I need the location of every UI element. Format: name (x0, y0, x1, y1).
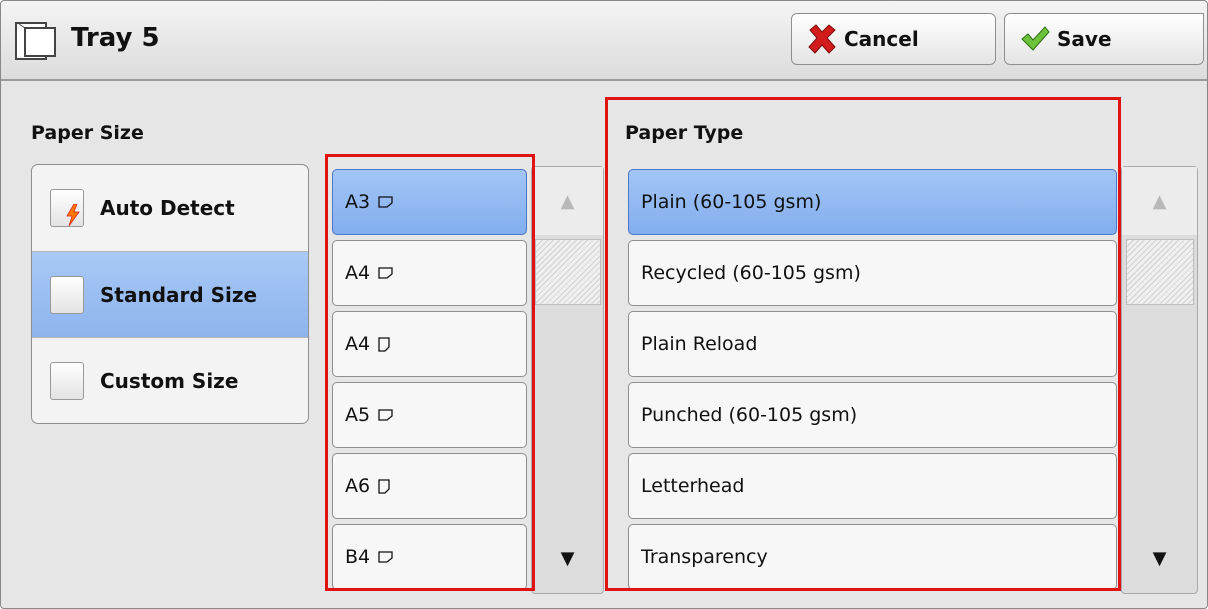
landscape-paper-icon (378, 551, 393, 563)
type-item-letterhead[interactable]: Letterhead (628, 453, 1117, 519)
type-item-label: Letterhead (641, 475, 745, 497)
size-item-label: A5 (345, 404, 371, 426)
size-item-a5-landscape[interactable]: A5 (332, 382, 527, 448)
size-item-label: A4 (345, 262, 371, 284)
cancel-button[interactable]: Cancel (791, 13, 996, 65)
type-item-transparency[interactable]: Transparency (628, 524, 1117, 590)
type-item-punched[interactable]: Punched (60-105 gsm) (628, 382, 1117, 448)
custom-size-label: Custom Size (100, 368, 239, 393)
size-scroll-down-button[interactable]: ▼ (532, 525, 603, 591)
custom-size-option[interactable]: Custom Size (32, 337, 308, 423)
landscape-paper-icon (378, 409, 393, 421)
type-item-plain-reload[interactable]: Plain Reload (628, 311, 1117, 377)
type-item-plain[interactable]: Plain (60-105 gsm) (628, 169, 1117, 235)
size-item-label: A4 (345, 333, 371, 355)
type-item-label: Plain (60-105 gsm) (641, 191, 822, 213)
size-item-b4-landscape[interactable]: B4 (332, 524, 527, 590)
portrait-paper-icon (378, 478, 390, 494)
type-scroll-thumb[interactable] (1126, 239, 1194, 305)
auto-detect-option[interactable]: Auto Detect (32, 165, 308, 251)
check-icon (1021, 26, 1050, 51)
type-item-label: Plain Reload (641, 333, 758, 355)
size-item-label: A6 (345, 475, 371, 497)
custom-size-checkbox (50, 361, 84, 400)
paper-type-label: Paper Type (625, 122, 744, 144)
standard-size-option[interactable]: Standard Size (32, 251, 308, 337)
tray-settings-window: Tray 5 Cancel Save Paper Size Auto Detec… (0, 0, 1208, 609)
size-scroll-up-button[interactable]: ▲ (532, 167, 603, 235)
tray-icon (15, 22, 56, 60)
type-item-label: Recycled (60-105 gsm) (641, 262, 861, 284)
save-button[interactable]: Save (1004, 13, 1204, 65)
auto-detect-label: Auto Detect (100, 196, 235, 220)
type-scroll-up-button[interactable]: ▲ (1122, 167, 1197, 235)
lightning-icon (66, 204, 80, 226)
landscape-paper-icon (378, 267, 393, 279)
size-item-label: A3 (345, 191, 371, 213)
paper-size-mode-group: Auto Detect Standard Size Custom Size (31, 164, 309, 424)
size-scroll-thumb[interactable] (535, 239, 601, 305)
auto-detect-checkbox (50, 189, 84, 227)
cancel-label: Cancel (844, 27, 919, 51)
landscape-paper-icon (378, 196, 393, 208)
save-label: Save (1057, 27, 1112, 51)
type-scroll-down-button[interactable]: ▼ (1122, 525, 1197, 591)
type-item-label: Transparency (641, 546, 768, 568)
paper-size-label: Paper Size (31, 122, 144, 144)
page-title: Tray 5 (71, 23, 160, 53)
close-icon (808, 24, 836, 54)
portrait-paper-icon (378, 336, 390, 352)
header-bar: Tray 5 Cancel Save (1, 1, 1207, 81)
standard-size-label: Standard Size (100, 282, 258, 307)
size-item-label: B4 (345, 546, 371, 568)
size-item-a4-landscape[interactable]: A4 (332, 240, 527, 306)
standard-size-checkbox (50, 275, 84, 314)
type-item-recycled[interactable]: Recycled (60-105 gsm) (628, 240, 1117, 306)
type-item-label: Punched (60-105 gsm) (641, 404, 858, 426)
size-item-a4-portrait[interactable]: A4 (332, 311, 527, 377)
size-item-a3-landscape[interactable]: A3 (332, 169, 527, 235)
size-item-a6-portrait[interactable]: A6 (332, 453, 527, 519)
